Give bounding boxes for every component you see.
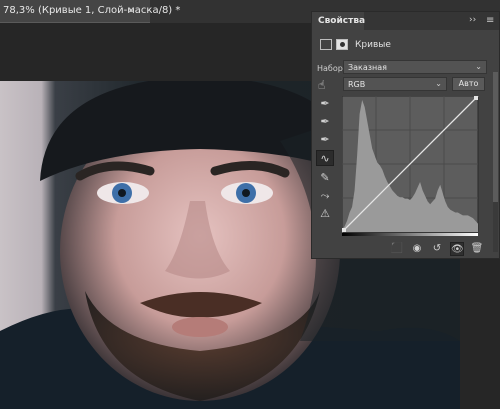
panel-bottom-bar: ⬛ ◉ ↺ 👁 🗑 [312,240,499,258]
visibility-icon[interactable]: 👁 [450,242,464,256]
curve-point-white[interactable] [474,96,478,100]
smooth-icon[interactable]: ⤳ [316,188,334,204]
chevron-down-icon: ⌄ [475,62,482,71]
properties-panel: Свойства ›› ≡ Кривые Набор: Заказная ⌄ ☝… [311,11,500,259]
document-tab[interactable]: 78,3% (Кривые 1, Слой-маска/8) * × [0,0,180,23]
trash-icon[interactable]: 🗑 [470,242,484,256]
preset-dropdown[interactable]: Заказная ⌄ [343,60,487,74]
pencil-icon[interactable]: ✎ [316,170,334,186]
panel-scrollbar[interactable] [493,72,498,252]
white-eyedropper-icon[interactable]: ✒ [316,132,334,148]
curves-graph[interactable] [342,96,482,236]
auto-button[interactable]: Авто [452,77,485,91]
scroll-thumb[interactable] [493,72,498,202]
document-tab-label: 78,3% (Кривые 1, Слой-маска/8) * [3,5,181,16]
clip-to-layer-icon[interactable]: ⬛ [390,242,404,256]
layer-mask-icon[interactable] [336,39,348,50]
gray-eyedropper-icon[interactable]: ✒ [316,114,334,130]
collapse-icon[interactable]: ›› [469,15,476,25]
curve-points-icon[interactable]: ∿ [316,150,334,166]
close-icon[interactable]: × [127,5,135,16]
channel-dropdown[interactable]: RGB ⌄ [343,77,447,91]
reset-icon[interactable]: ↺ [430,242,444,256]
properties-title: Свойства [318,16,366,26]
preset-value: Заказная [348,63,387,72]
preset-label: Набор: [317,64,346,73]
view-previous-icon[interactable]: ◉ [410,242,424,256]
target-adjust-icon[interactable]: ☝ [318,78,325,92]
channel-value: RGB [348,80,366,89]
panel-menu-icon[interactable]: ≡ [486,15,494,26]
clipping-warning-icon[interactable]: ⚠ [316,206,334,222]
properties-panel-header: Свойства ›› ≡ [312,12,499,30]
adjustment-name: Кривые [355,40,391,50]
black-eyedropper-icon[interactable]: ✒ [316,96,334,112]
chevron-down-icon: ⌄ [435,79,442,88]
curve-point-black[interactable] [342,228,346,232]
input-gradient-bar [342,233,478,236]
properties-tab[interactable]: Свойства [312,12,366,30]
curves-adjustment-icon[interactable] [320,39,332,50]
